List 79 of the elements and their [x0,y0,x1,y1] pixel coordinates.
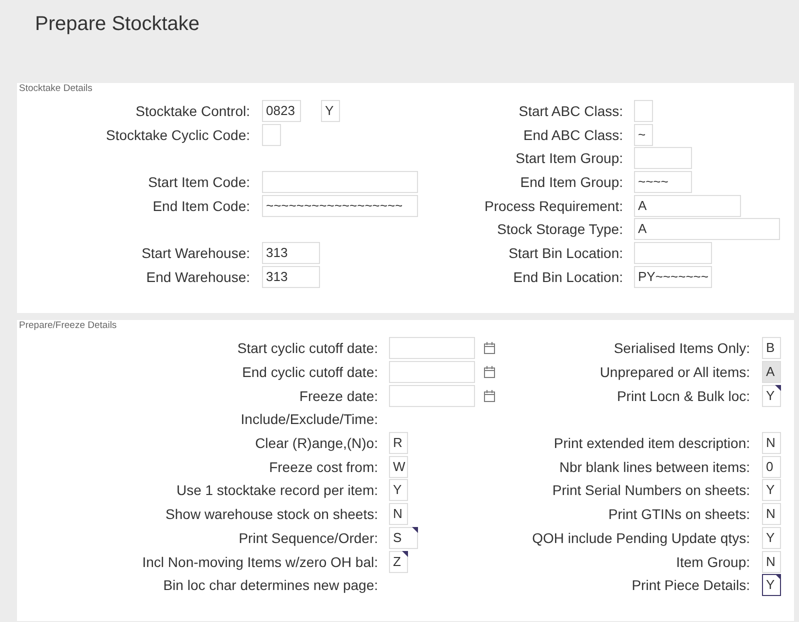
field-label: Process Requirement: [484,198,623,214]
field-label: Start cyclic cutoff date: [237,340,378,356]
field-label: Print GTINs on sheets: [608,506,750,522]
field-label: Print Piece Details: [632,577,750,594]
calendar-icon[interactable] [484,366,495,378]
field-label: Use 1 stocktake record per item: [176,482,378,498]
field-label: Stocktake Control: [136,102,250,119]
field-label: Start Item Code: [148,174,250,190]
input-field[interactable]: N [389,503,408,526]
input-field[interactable]: Y [389,479,408,502]
field-label: Unprepared or All items: [600,364,750,380]
field-label: Serialised Items Only: [614,340,750,356]
input-field[interactable]: PY~~~~~~~ [634,266,712,288]
field-label: End Bin Location: [513,268,623,285]
input-field[interactable]: S [389,526,418,549]
input-field[interactable]: A [762,361,781,384]
input-field[interactable]: R [389,432,408,454]
input-field[interactable]: B [762,337,781,360]
corner-triangle-icon [412,526,418,533]
field-label: Start ABC Class: [518,102,623,119]
field-label: Item Group: [676,554,750,570]
field-label: Stocktake Cyclic Code: [106,126,250,143]
field-label: End Item Group: [520,174,623,190]
field-label: Show warehouse stock on sheets: [166,506,378,522]
field-label: QOH include Pending Update qtys: [532,530,750,546]
corner-triangle-icon [775,574,781,580]
field-label: Include/Exclude/Time: [240,411,378,428]
field-label: Print Sequence/Order: [238,530,378,546]
input-field[interactable]: 313 [262,266,320,288]
field-label: Print Serial Numbers on sheets: [552,482,750,498]
field-label: Stock Storage Type: [497,221,623,238]
input-field[interactable]: ~~~~ [634,170,692,193]
field-label: Nbr blank lines between items: [559,458,750,475]
input-field[interactable]: 0823 [262,100,301,122]
input-field[interactable]: N [762,550,781,573]
input-field[interactable]: Y [321,100,340,122]
input-field[interactable] [634,100,653,122]
field-label: End ABC Class: [523,126,623,143]
field-label: End Warehouse: [146,268,250,285]
input-field[interactable]: 313 [262,242,320,264]
field-label: Print extended item description: [554,435,750,452]
field-label: Start Bin Location: [508,244,623,261]
input-field[interactable]: Y [762,479,781,502]
input-field[interactable]: W [389,456,408,478]
input-field[interactable]: N [762,432,781,454]
field-label: End cyclic cutoff date: [242,364,378,380]
corner-triangle-icon [775,384,781,391]
input-field[interactable]: Y [762,574,781,596]
field-label: Start Warehouse: [142,244,250,261]
field-label: Print Locn & Bulk loc: [616,388,750,404]
input-field[interactable] [389,384,475,407]
field-label: Clear (R)ange,(N)o: [255,435,378,452]
input-field[interactable] [634,147,692,170]
input-field[interactable] [389,361,475,384]
section-title: Prepare/Freeze Details [19,320,117,330]
input-field[interactable] [389,337,475,360]
input-field[interactable]: ~~~~~~~~~~~~~~~~~~ [262,194,418,217]
input-field[interactable]: ~ [634,124,653,146]
field-label: Incl Non-moving Items w/zero OH bal: [142,554,378,570]
field-label: End Item Code: [152,198,250,214]
corner-triangle-icon [402,550,408,557]
input-field[interactable]: A [634,218,780,240]
field-label: Freeze date: [299,388,378,404]
calendar-icon[interactable] [484,390,495,402]
input-field[interactable] [262,124,281,146]
input-field[interactable] [262,170,418,193]
field-label: Freeze cost from: [269,458,378,475]
input-field[interactable]: Y [762,384,781,407]
input-field[interactable]: Y [762,526,781,549]
calendar-icon[interactable] [484,342,495,354]
input-field[interactable] [634,242,712,264]
page-title: Prepare Stocktake [35,12,200,36]
field-label: Bin loc char determines new page: [163,577,378,594]
input-field[interactable]: 0 [762,456,781,478]
input-field[interactable]: A [634,194,741,217]
field-label: Start Item Group: [516,150,623,166]
input-field[interactable]: N [762,503,781,526]
input-field[interactable]: Z [389,550,408,573]
section-title: Stocktake Details [19,83,92,94]
